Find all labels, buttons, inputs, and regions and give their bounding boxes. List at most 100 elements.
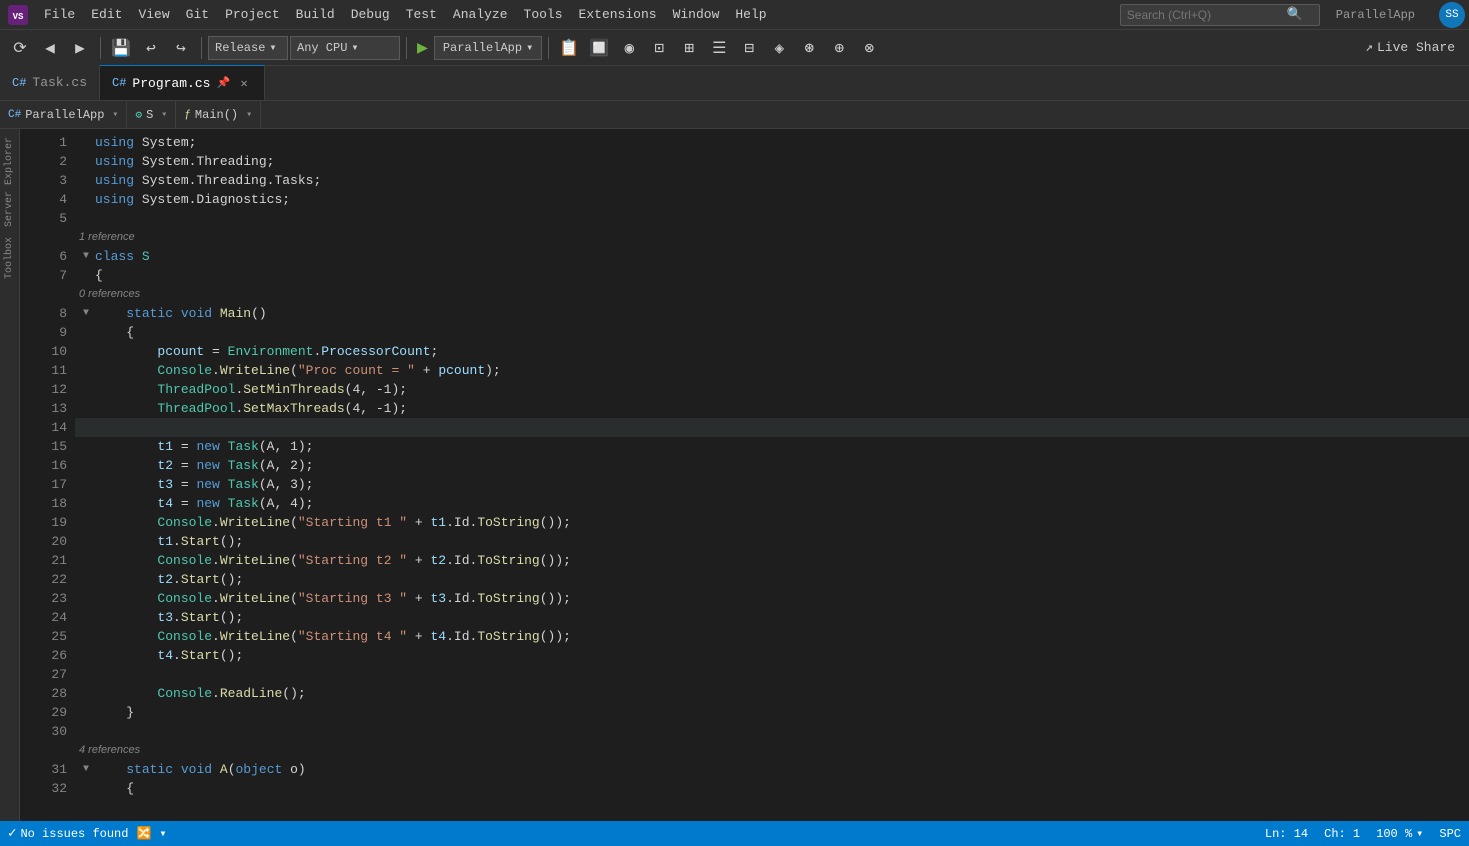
code-line-hint[interactable]: 0 references — [75, 285, 1469, 304]
save-all[interactable]: 💾 — [107, 34, 135, 62]
code-line-3[interactable]: using System.Threading.Tasks; — [75, 171, 1469, 190]
code-line-1[interactable]: using System; — [75, 133, 1469, 152]
toolbar-btn-7[interactable]: ◉ — [615, 34, 643, 62]
toolbar-btn-15[interactable]: ⊗ — [855, 34, 883, 62]
toolbar-btn-8[interactable]: ⊡ — [645, 34, 673, 62]
run-button[interactable]: ▶ — [413, 37, 432, 59]
code-line-13[interactable]: ThreadPool.SetMaxThreads(4, -1); — [75, 399, 1469, 418]
menu-build[interactable]: Build — [288, 0, 343, 30]
code-line-14[interactable] — [75, 418, 1469, 437]
liveshare-icon: ↗ — [1365, 40, 1373, 55]
sidebar-icons: Server Explorer Toolbox — [0, 129, 20, 821]
platform-dropdown[interactable]: Any CPU ▾ — [290, 36, 400, 60]
menu-debug[interactable]: Debug — [343, 0, 398, 30]
code-line-6[interactable]: ▼class S — [75, 247, 1469, 266]
code-line-31[interactable]: ▼ static void A(object o) — [75, 760, 1469, 779]
menu-project[interactable]: Project — [217, 0, 288, 30]
code-line-28[interactable]: Console.ReadLine(); — [75, 684, 1469, 703]
tab-task[interactable]: C# Task.cs — [0, 65, 100, 100]
code-line-2[interactable]: using System.Threading; — [75, 152, 1469, 171]
nav-class[interactable]: ⚙ S ▾ — [127, 101, 176, 129]
toolbar-btn-11[interactable]: ⊟ — [735, 34, 763, 62]
menu-file[interactable]: File — [36, 0, 83, 30]
nav-method[interactable]: ƒ Main() ▾ — [176, 101, 261, 129]
code-line-11[interactable]: Console.WriteLine("Proc count = " + pcou… — [75, 361, 1469, 380]
menu-git[interactable]: Git — [178, 0, 217, 30]
code-line-23[interactable]: Console.WriteLine("Starting t3 " + t3.Id… — [75, 589, 1469, 608]
run-label[interactable]: ParallelApp ▾ — [434, 36, 542, 60]
code-line-21[interactable]: Console.WriteLine("Starting t2 " + t2.Id… — [75, 551, 1469, 570]
code-line-12[interactable]: ThreadPool.SetMinThreads(4, -1); — [75, 380, 1469, 399]
code-line-24[interactable]: t3.Start(); — [75, 608, 1469, 627]
code-line-19[interactable]: Console.WriteLine("Starting t1 " + t1.Id… — [75, 513, 1469, 532]
tab-program[interactable]: C# Program.cs 📌 ✕ — [100, 65, 265, 100]
toolbar-btn-12[interactable]: ◈ — [765, 34, 793, 62]
status-zoom[interactable]: 100 % ▾ — [1376, 826, 1423, 841]
code-line-26[interactable]: t4.Start(); — [75, 646, 1469, 665]
search-input[interactable] — [1127, 8, 1287, 22]
code-line-5[interactable] — [75, 209, 1469, 228]
code-line-17[interactable]: t3 = new Task(A, 3); — [75, 475, 1469, 494]
sidebar-toolbox[interactable]: Toolbox — [2, 233, 17, 283]
code-line-30[interactable] — [75, 722, 1469, 741]
menu-view[interactable]: View — [130, 0, 177, 30]
fold-btn-31[interactable]: ▼ — [79, 763, 93, 777]
fold-btn-6[interactable]: ▼ — [79, 250, 93, 264]
code-line-7[interactable]: { — [75, 266, 1469, 285]
code-line-29[interactable]: } — [75, 703, 1469, 722]
config-arrow: ▾ — [269, 40, 276, 55]
code-line-10[interactable]: pcount = Environment.ProcessorCount; — [75, 342, 1469, 361]
toolbar-btn-14[interactable]: ⊕ — [825, 34, 853, 62]
nav-bar: C# ParallelApp ▾ ⚙ S ▾ ƒ Main() ▾ — [0, 101, 1469, 129]
status-issues[interactable]: ✓ No issues found — [8, 825, 128, 842]
toolbar-btn-13[interactable]: ⊛ — [795, 34, 823, 62]
redo[interactable]: ↪ — [167, 34, 195, 62]
code-line-8[interactable]: ▼ static void Main() — [75, 304, 1469, 323]
search-box[interactable]: 🔍 — [1120, 4, 1320, 26]
toolbar-btn-9[interactable]: ⊞ — [675, 34, 703, 62]
editor-area[interactable]: 1234567891011121314151617181920212223242… — [20, 129, 1469, 821]
code-line-9[interactable]: { — [75, 323, 1469, 342]
status-right: Ln: 14 Ch: 1 100 % ▾ SPC — [1265, 826, 1461, 841]
toolbar-btn-5[interactable]: 📋 — [555, 34, 583, 62]
code-line-hint[interactable]: 1 reference — [75, 228, 1469, 247]
run-dropdown-arrow[interactable]: ▾ — [526, 40, 533, 55]
nav-fwd[interactable]: ▶ — [66, 34, 94, 62]
code-line-27[interactable] — [75, 665, 1469, 684]
menu-tools[interactable]: Tools — [516, 0, 571, 30]
nav-project[interactable]: C# ParallelApp ▾ — [0, 101, 127, 129]
sidebar-server-explorer[interactable]: Server Explorer — [2, 133, 17, 231]
vs-logo: VS — [4, 1, 32, 29]
menu-help[interactable]: Help — [727, 0, 774, 30]
code-line-20[interactable]: t1.Start(); — [75, 532, 1469, 551]
liveshare-button[interactable]: ↗ Live Share — [1357, 36, 1463, 59]
menu-window[interactable]: Window — [665, 0, 728, 30]
config-dropdown[interactable]: Release ▾ — [208, 36, 288, 60]
menu-extensions[interactable]: Extensions — [571, 0, 665, 30]
code-line-32[interactable]: { — [75, 779, 1469, 798]
code-line-15[interactable]: t1 = new Task(A, 1); — [75, 437, 1469, 456]
toolbar-btn-10[interactable]: ☰ — [705, 34, 733, 62]
code-content[interactable]: using System;using System.Threading;usin… — [75, 129, 1469, 821]
code-line-4[interactable]: using System.Diagnostics; — [75, 190, 1469, 209]
toolbar-btn-6[interactable]: 🔲 — [585, 34, 613, 62]
tab-program-close[interactable]: ✕ — [236, 75, 252, 91]
fold-btn-8[interactable]: ▼ — [79, 307, 93, 321]
nav-back[interactable]: ◀ — [36, 34, 64, 62]
code-line-16[interactable]: t2 = new Task(A, 2); — [75, 456, 1469, 475]
user-avatar[interactable]: SS — [1439, 2, 1465, 28]
menu-test[interactable]: Test — [398, 0, 445, 30]
code-line-25[interactable]: Console.WriteLine("Starting t4 " + t4.Id… — [75, 627, 1469, 646]
code-line-18[interactable]: t4 = new Task(A, 4); — [75, 494, 1469, 513]
tab-program-icon: C# — [112, 76, 126, 90]
nav-method-label: Main() — [195, 108, 238, 122]
menu-edit[interactable]: Edit — [83, 0, 130, 30]
undo[interactable]: ↩ — [137, 34, 165, 62]
code-line-hint[interactable]: 4 references — [75, 741, 1469, 760]
svg-text:VS: VS — [13, 12, 24, 22]
code-line-22[interactable]: t2.Start(); — [75, 570, 1469, 589]
menu-analyze[interactable]: Analyze — [445, 0, 516, 30]
issues-text: No issues found — [20, 827, 128, 841]
tab-program-pin[interactable]: 📌 — [216, 76, 230, 90]
back-btn[interactable]: ⟳ — [6, 34, 34, 62]
